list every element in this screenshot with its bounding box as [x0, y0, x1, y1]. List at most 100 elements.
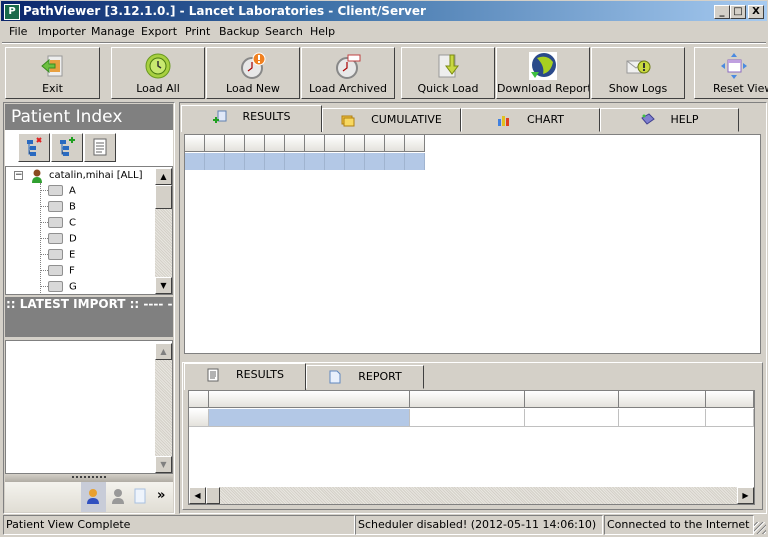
scroll-down-arrow[interactable]: ▼	[155, 456, 172, 473]
grid-header-cell[interactable]	[205, 135, 225, 152]
minimize-button[interactable]: _	[714, 5, 730, 19]
splitter-grip[interactable]	[5, 474, 173, 482]
tree-folder-a[interactable]: A	[40, 185, 76, 201]
scroll-up-arrow[interactable]: ▲	[155, 168, 172, 185]
tree-folder-d[interactable]: D	[40, 233, 77, 249]
overflow-chevron-icon[interactable]: »	[157, 488, 165, 503]
tree-add-button[interactable]	[51, 133, 83, 162]
menu-manage[interactable]: Manage	[91, 25, 135, 38]
grid-header-cell[interactable]	[245, 135, 265, 152]
document-light-icon[interactable]	[131, 482, 149, 512]
grid-selected-cell[interactable]	[245, 153, 265, 170]
menu-search[interactable]: Search	[265, 25, 303, 38]
scroll-down-arrow[interactable]: ▼	[155, 277, 172, 294]
grid-header-cell[interactable]	[185, 135, 205, 152]
grid-selected-cell[interactable]	[265, 153, 285, 170]
grid-selected-cell[interactable]	[305, 153, 325, 170]
tree-folder-f[interactable]: F	[40, 265, 75, 281]
grid-selected-cell[interactable]	[285, 153, 305, 170]
document-icon	[329, 370, 341, 384]
tab-cumulative[interactable]: CUMULATIVE	[322, 108, 461, 132]
grid-selected-cell[interactable]	[205, 153, 225, 170]
pathviewer-app-icon[interactable]: P	[4, 4, 20, 20]
grid-cell[interactable]	[706, 409, 754, 427]
report-grid: ◀ ▶	[188, 390, 755, 505]
menu-file[interactable]: File	[9, 25, 27, 38]
folder-label: G	[69, 281, 77, 293]
envelope-alert-icon	[626, 60, 651, 74]
menu-backup[interactable]: Backup	[219, 25, 259, 38]
grid-header-cell[interactable]	[525, 391, 619, 408]
tree-folder-b[interactable]: B	[40, 201, 76, 217]
scroll-thumb[interactable]	[206, 487, 220, 504]
exit-button[interactable]: Exit	[5, 47, 100, 99]
quick-load-label: Quick Load	[417, 82, 479, 95]
tree-remove-button[interactable]	[18, 133, 50, 162]
menu-export[interactable]: Export	[141, 25, 177, 38]
tree-scrollbar[interactable]: ▲ ▼	[155, 168, 172, 294]
scroll-up-arrow[interactable]: ▲	[155, 343, 172, 360]
close-button[interactable]: X	[748, 5, 764, 19]
grid-selected-cell[interactable]	[185, 153, 205, 170]
load-new-button[interactable]: Load New	[206, 47, 300, 99]
menu-importer[interactable]: Importer	[38, 25, 86, 38]
grid-header-cell[interactable]	[345, 135, 365, 152]
grid-header-cell[interactable]	[225, 135, 245, 152]
grid-selected-cell[interactable]	[225, 153, 245, 170]
grid-header-cell[interactable]	[365, 135, 385, 152]
grid-header-cell[interactable]	[209, 391, 410, 408]
tab-help[interactable]: HELP	[600, 108, 739, 132]
latest-import-scrollbar[interactable]: ▲ ▼	[155, 343, 172, 473]
tree-folder-c[interactable]: C	[40, 217, 76, 233]
horizontal-scrollbar[interactable]: ◀ ▶	[189, 487, 754, 504]
tab-results[interactable]: RESULTS	[181, 105, 322, 132]
scroll-thumb[interactable]	[155, 185, 172, 209]
load-all-button[interactable]: Load All	[111, 47, 205, 99]
window-arrows-icon	[721, 53, 747, 79]
grid-header-cell[interactable]	[410, 391, 525, 408]
grid-cell[interactable]	[619, 409, 706, 427]
subtab-report[interactable]: REPORT	[306, 365, 424, 389]
tree-folder-g[interactable]: G	[40, 281, 77, 294]
load-archived-button[interactable]: Load Archived	[301, 47, 395, 99]
grid-header-cell[interactable]	[189, 391, 209, 408]
patient-tree-root[interactable]: catalin,mihai [ALL]	[49, 170, 142, 186]
grid-cell[interactable]	[525, 409, 619, 427]
maximize-button[interactable]: □	[730, 5, 746, 19]
download-reports-button[interactable]: Download Reports	[496, 47, 590, 99]
patient-view-button[interactable]	[81, 482, 106, 512]
tab-chart[interactable]: CHART	[461, 108, 600, 132]
results-grid	[184, 134, 761, 354]
folder-label: C	[69, 217, 76, 229]
scroll-left-arrow[interactable]: ◀	[189, 487, 206, 504]
folder-icon	[48, 249, 63, 260]
menu-help[interactable]: Help	[310, 25, 335, 38]
tree-folder-e[interactable]: E	[40, 249, 75, 265]
document-list-button[interactable]	[84, 133, 116, 162]
grid-header-cell[interactable]	[285, 135, 305, 152]
subtab-results[interactable]: RESULTS	[184, 363, 306, 390]
grid-cell[interactable]	[410, 409, 525, 427]
grid-header-cell[interactable]	[325, 135, 345, 152]
grid-selected-cell[interactable]	[209, 409, 410, 427]
collapse-toggle[interactable]: −	[14, 171, 23, 180]
reset-view-button[interactable]: Reset View	[694, 47, 768, 99]
show-logs-button[interactable]: Show Logs	[591, 47, 685, 99]
grid-header-cell[interactable]	[305, 135, 325, 152]
grid-header-cell[interactable]	[619, 391, 706, 408]
patient-gray-icon[interactable]	[108, 482, 128, 512]
grid-selected-cell[interactable]	[365, 153, 385, 170]
resize-grip[interactable]	[754, 522, 766, 534]
grid-selected-cell[interactable]	[385, 153, 405, 170]
grid-selected-cell[interactable]	[405, 153, 425, 170]
grid-header-cell[interactable]	[706, 391, 754, 408]
grid-header-cell[interactable]	[405, 135, 425, 152]
grid-selected-cell[interactable]	[325, 153, 345, 170]
menu-print[interactable]: Print	[185, 25, 210, 38]
quick-load-button[interactable]: Quick Load	[401, 47, 495, 99]
grid-selected-cell[interactable]	[345, 153, 365, 170]
grid-header-cell[interactable]	[385, 135, 405, 152]
grid-header-cell[interactable]	[265, 135, 285, 152]
scroll-right-arrow[interactable]: ▶	[737, 487, 754, 504]
grid-cell[interactable]	[189, 409, 209, 427]
